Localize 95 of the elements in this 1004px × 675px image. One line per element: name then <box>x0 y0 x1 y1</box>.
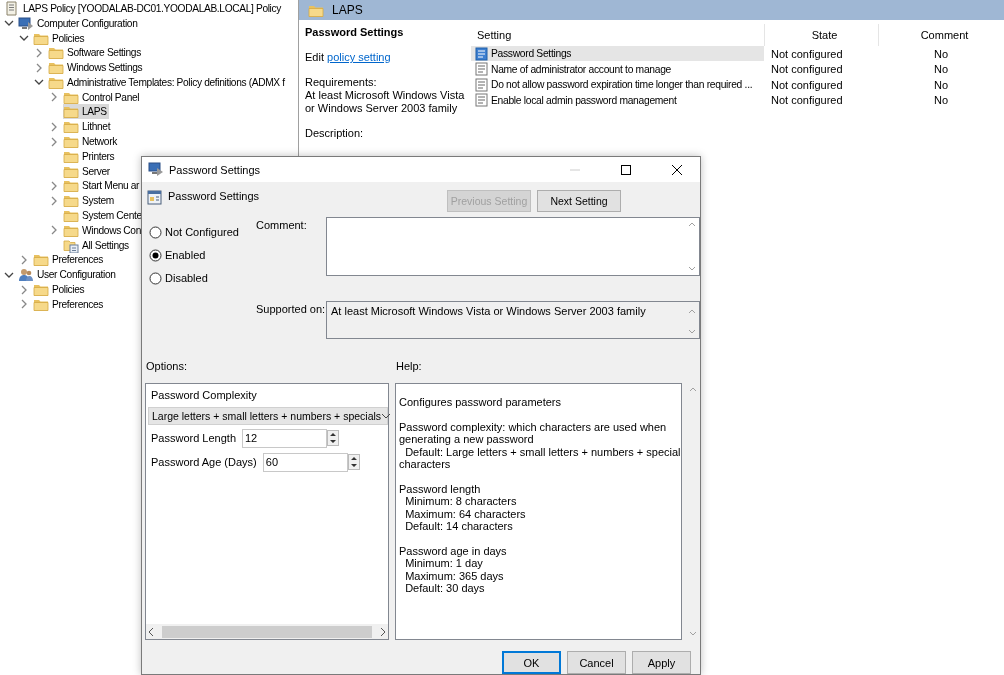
scroll-down-icon <box>688 629 698 638</box>
setting-icon <box>475 46 488 61</box>
tree-item[interactable]: Preferences <box>33 296 106 312</box>
column-header[interactable]: State <box>764 24 878 46</box>
folder-icon <box>33 252 49 268</box>
description-label: Description: <box>305 127 365 140</box>
options-label: Options: <box>146 360 188 375</box>
option-label: Password Length <box>151 432 236 445</box>
comment-field[interactable] <box>326 217 700 277</box>
tree-item[interactable]: Control Panel <box>63 89 142 105</box>
folder-icon <box>63 134 79 150</box>
tree-item[interactable]: System Cente <box>63 208 144 224</box>
folder-title: LAPS <box>332 3 363 17</box>
option-label: Password Age (Days) <box>151 456 257 469</box>
column-header[interactable]: Comment <box>878 24 1004 46</box>
policy-setting-link[interactable]: policy setting <box>327 51 391 63</box>
folder-icon <box>48 60 64 76</box>
dialog-button[interactable]: Apply <box>632 651 691 674</box>
setting-icon <box>475 77 488 92</box>
maximize-icon[interactable] <box>621 164 631 175</box>
tree-item[interactable]: Server <box>63 163 112 179</box>
setting-icon <box>475 62 488 77</box>
table-cell-text: Not configured <box>770 47 844 60</box>
tree-item[interactable]: LAPS <box>63 104 109 120</box>
requirements-text: At least Microsoft Windows Vista or Windows Server 2003 family <box>305 89 465 114</box>
folder-icon <box>63 237 79 253</box>
help-paragraph: Configures password parameters <box>399 395 563 409</box>
option-label: Password Complexity <box>150 388 258 403</box>
setting-cell[interactable]: Name of administrator account to manage <box>471 61 764 77</box>
comment-label: Comment: <box>256 218 308 234</box>
table-cell-text: No <box>932 94 950 107</box>
help-label: Help: <box>396 360 422 375</box>
radio-option[interactable]: Enabled <box>149 247 247 264</box>
tree-item[interactable]: All Settings <box>63 237 131 253</box>
number-field[interactable]: 12 <box>242 428 327 448</box>
folder-icon <box>63 178 79 194</box>
spin-arrows-icon <box>327 430 339 447</box>
dialog-button[interactable]: Cancel <box>567 651 626 674</box>
supported-on-text: At least Microsoft Windows Vista or Windows Server 2003 family <box>331 305 646 320</box>
users-icon <box>18 267 34 283</box>
table-cell-text: No <box>932 78 950 91</box>
tree-item[interactable]: Start Menu ar <box>63 178 142 194</box>
requirements-label: Requirements: <box>305 76 377 88</box>
setting-title: Password Settings <box>305 26 405 39</box>
folder-icon <box>63 193 79 209</box>
tree-item[interactable]: Preferences <box>33 252 106 268</box>
folder-icon <box>63 119 79 135</box>
computer-icon <box>148 162 164 177</box>
tree-item[interactable]: Policies <box>33 282 87 298</box>
tree-item[interactable]: Lithnet <box>63 119 113 135</box>
help-paragraph: Password age in days Minimum: 1 day Maximum: 365 days Default: 30 days <box>399 545 508 595</box>
number-field[interactable]: 60 <box>262 452 348 472</box>
help-paragraph: Password length Minimum: 8 characters Maximum: 64 characters Default: 14 characters <box>399 482 527 533</box>
setting-cell[interactable]: Enable local admin password management <box>471 92 764 108</box>
tree-item[interactable]: Administrative Templates: Policy definitions (ADMX f <box>48 74 287 90</box>
tree-item[interactable]: Software Settings <box>48 45 143 61</box>
settings-page-icon <box>147 190 162 205</box>
tree-item[interactable]: Policies <box>33 30 87 46</box>
column-header[interactable]: Setting <box>471 29 764 41</box>
scroll-icon <box>4 0 20 16</box>
complexity-dropdown[interactable]: Large letters + small letters + numbers + specials <box>148 406 388 425</box>
setting-heading: Password Settings <box>168 190 260 202</box>
dialog-button[interactable]: OK <box>502 651 561 674</box>
edit-text: Edit policy setting <box>305 51 392 64</box>
spin-arrows-icon <box>347 454 360 471</box>
table-cell-text: Not configured <box>770 94 844 107</box>
tree-item[interactable]: Network <box>63 134 119 150</box>
computer-icon <box>18 15 34 31</box>
table-cell-text: No <box>932 47 950 60</box>
supported-on-label: Supported on: <box>256 302 326 318</box>
setting-cell[interactable]: Do not allow password expiration time longer than required ... <box>471 77 764 93</box>
help-paragraph: Password complexity: which characters are used when generating a new password Default: Large letters + small letters + numbers + special characters <box>399 420 681 471</box>
tree-item[interactable]: Computer Configuration <box>18 15 140 31</box>
radio-option[interactable]: Disabled <box>149 270 247 287</box>
setting-nav-button[interactable]: Next Setting <box>537 190 621 212</box>
table-cell-text: Not configured <box>770 78 844 91</box>
setting-cell[interactable]: Password Settings <box>471 46 764 62</box>
horizontal-scrollbar[interactable] <box>146 624 388 639</box>
table-cell-text: Not configured <box>770 63 844 76</box>
radio-option[interactable]: Not Configured <box>149 224 247 241</box>
tree-item[interactable]: Windows Settings <box>48 60 145 76</box>
dropdown-caret-icon <box>381 411 392 420</box>
tree-item[interactable]: System <box>63 193 116 209</box>
tree-item[interactable]: User Configuration <box>18 267 118 283</box>
folder-icon <box>33 282 49 298</box>
folder-icon <box>63 208 79 224</box>
folder-icon <box>48 45 64 61</box>
tree-item[interactable]: Printers <box>63 148 117 164</box>
close-icon[interactable] <box>672 164 682 175</box>
tree-item[interactable]: LAPS Policy [YOODALAB-DC01.YOODALAB.LOCAL] Policy <box>4 0 283 16</box>
tree-item[interactable]: Windows Con <box>63 222 143 238</box>
setting-icon <box>475 93 488 108</box>
table-cell-text: No <box>932 63 950 76</box>
folder-icon <box>63 104 79 120</box>
window-title: Password Settings <box>169 163 262 176</box>
